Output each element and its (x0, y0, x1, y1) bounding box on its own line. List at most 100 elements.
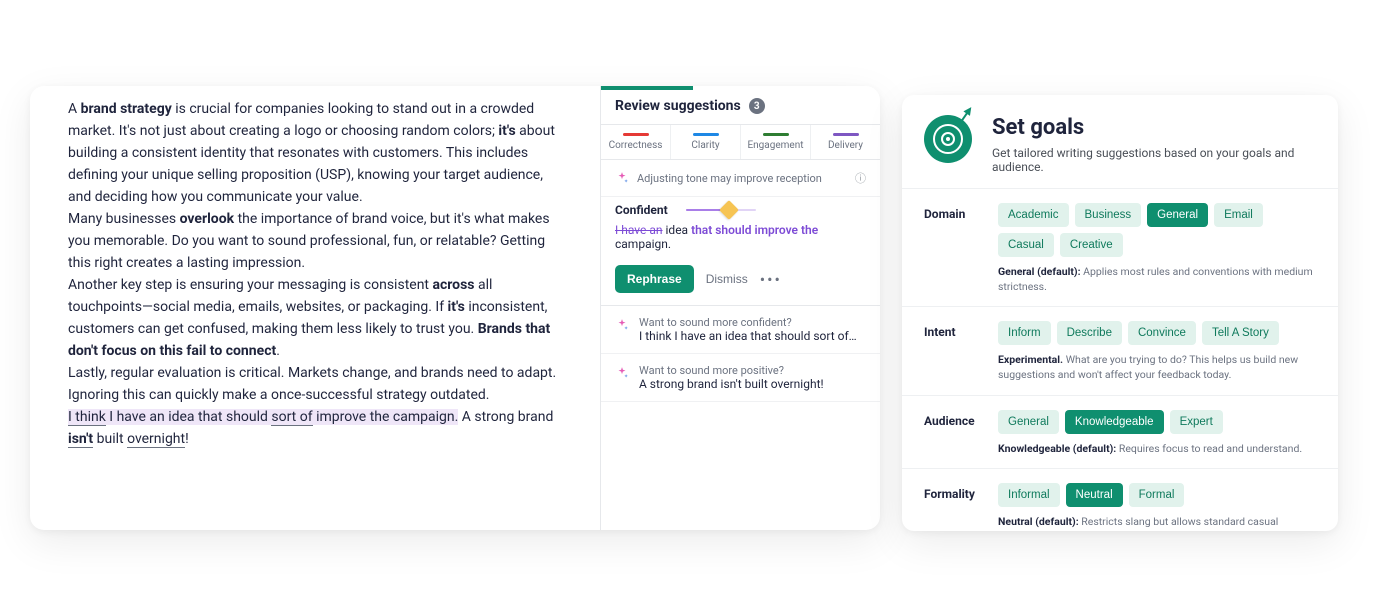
rephrase-button[interactable]: Rephrase (615, 265, 694, 293)
tab-label: Correctness (609, 140, 663, 151)
flagged-text[interactable]: improve the campaign. (313, 409, 459, 425)
intent-chips: InformDescribeConvinceTell A Story (998, 321, 1316, 345)
text: ! (185, 431, 189, 447)
chip-general[interactable]: General (1147, 203, 1208, 227)
text: A strong brand (458, 409, 553, 425)
tone-slider[interactable] (686, 204, 756, 216)
suggestion-question: Want to sound more confident? (639, 316, 859, 329)
text: built (93, 431, 127, 447)
tab-engagement[interactable]: Engagement (740, 125, 810, 159)
row-help: Neutral (default): Restricts slang but a… (998, 515, 1316, 531)
suggestion-text: A strong brand isn't built overnight! (639, 377, 824, 391)
chip-casual[interactable]: Casual (998, 233, 1054, 257)
text: . (276, 343, 280, 359)
chip-academic[interactable]: Academic (998, 203, 1069, 227)
suggestion-text: I think I have an idea that should sort … (639, 329, 859, 343)
more-icon[interactable]: ••• (760, 270, 782, 289)
goals-title: Set goals (992, 115, 1316, 140)
text: Lastly, regular evaluation is critical. … (68, 365, 556, 403)
audience-row: Audience GeneralKnowledgeableExpert Know… (902, 395, 1338, 469)
flagged-text[interactable]: sort of (271, 409, 312, 426)
info-icon[interactable]: ⓘ (855, 170, 866, 186)
tab-label: Engagement (747, 140, 803, 151)
tone-hint: Adjusting tone may improve reception ⓘ (601, 160, 880, 197)
chip-convince[interactable]: Convince (1128, 321, 1196, 345)
domain-chips: AcademicBusinessGeneralEmail CasualCreati… (998, 203, 1316, 257)
suggestion-actions: Rephrase Dismiss ••• (601, 261, 880, 306)
formality-chips: InformalNeutralFormal (998, 483, 1316, 507)
added-text: that should improve the (691, 223, 818, 237)
review-sidebar: Review suggestions 3 Correctness Clarity… (600, 86, 880, 530)
chip-general[interactable]: General (998, 410, 1059, 434)
slider-knob-icon[interactable] (719, 200, 739, 220)
flagged-bold-text[interactable]: isn't (68, 431, 93, 448)
sparkle-icon (615, 366, 629, 380)
formality-row: Formality InformalNeutralFormal Neutral … (902, 468, 1338, 531)
dismiss-button[interactable]: Dismiss (706, 272, 748, 286)
document-body[interactable]: A brand strategy is crucial for companie… (30, 86, 600, 530)
chip-describe[interactable]: Describe (1057, 321, 1122, 345)
row-help: Knowledgeable (default): Requires focus … (998, 442, 1316, 457)
chip-inform[interactable]: Inform (998, 321, 1051, 345)
row-label: Audience (924, 410, 998, 457)
chip-email[interactable]: Email (1214, 203, 1263, 227)
tab-clarity[interactable]: Clarity (670, 125, 740, 159)
text: Many businesses (68, 211, 180, 227)
goals-subtitle: Get tailored writing suggestions based o… (992, 146, 1316, 174)
chip-knowledgeable[interactable]: Knowledgeable (1065, 410, 1164, 434)
active-tab-indicator (601, 86, 693, 90)
suggestion-item[interactable]: Want to sound more confident? I think I … (601, 306, 880, 354)
paragraph-5: I think I have an idea that should sort … (68, 406, 566, 450)
suggestion-question: Want to sound more positive? (639, 364, 824, 377)
audience-chips: GeneralKnowledgeableExpert (998, 410, 1316, 434)
flagged-text[interactable]: I have an idea that should (106, 409, 272, 425)
set-goals-panel: Set goals Get tailored writing suggestio… (902, 95, 1338, 531)
row-help: Experimental. What are you trying to do?… (998, 353, 1316, 382)
paragraph-1: A brand strategy is crucial for companie… (68, 98, 566, 208)
bold-text: across (432, 277, 474, 293)
rewrite-preview: I have an idea that should improve the c… (601, 221, 880, 261)
tab-label: Delivery (828, 140, 863, 151)
row-label: Formality (924, 483, 998, 531)
text: A (68, 101, 81, 117)
row-label: Intent (924, 321, 998, 382)
tab-delivery[interactable]: Delivery (810, 125, 880, 159)
bold-text: overlook (180, 211, 234, 227)
chip-informal[interactable]: Informal (998, 483, 1060, 507)
suggestion-item[interactable]: Want to sound more positive? A strong br… (601, 354, 880, 402)
sparkle-icon (615, 171, 629, 185)
text: idea (663, 223, 692, 237)
bold-text: brand strategy (81, 101, 172, 117)
text: campaign. (615, 237, 671, 251)
chip-creative[interactable]: Creative (1060, 233, 1123, 257)
suggestion-count-badge: 3 (749, 98, 765, 114)
review-title: Review suggestions (615, 98, 741, 114)
tone-hint-text: Adjusting tone may improve reception (637, 172, 822, 185)
goals-header: Set goals Get tailored writing suggestio… (902, 95, 1338, 188)
row-help: General (default): Applies most rules an… (998, 265, 1316, 294)
paragraph-2: Many businesses overlook the importance … (68, 208, 566, 274)
paragraph-3: Another key step is ensuring your messag… (68, 274, 566, 362)
review-header: Review suggestions 3 (601, 86, 880, 125)
tab-label: Clarity (691, 140, 719, 151)
tab-correctness[interactable]: Correctness (601, 125, 670, 159)
chip-formal[interactable]: Formal (1129, 483, 1185, 507)
chip-neutral[interactable]: Neutral (1066, 483, 1123, 507)
removed-text: I have an (615, 223, 663, 237)
tone-label: Confident (615, 203, 668, 217)
row-label: Domain (924, 203, 998, 294)
text: Another key step is ensuring your messag… (68, 277, 432, 293)
chip-tell-a-story[interactable]: Tell A Story (1202, 321, 1279, 345)
tone-row: Confident (601, 197, 880, 221)
flagged-text[interactable]: overnight (127, 431, 185, 448)
bold-text: it's (498, 123, 515, 139)
target-icon (924, 115, 972, 163)
category-tabs: Correctness Clarity Engagement Delivery (601, 125, 880, 160)
chip-expert[interactable]: Expert (1170, 410, 1223, 434)
intent-row: Intent InformDescribeConvinceTell A Stor… (902, 306, 1338, 394)
bold-text: it's (448, 299, 465, 315)
sparkle-icon (615, 318, 629, 332)
chip-business[interactable]: Business (1075, 203, 1142, 227)
flagged-text[interactable]: I think (68, 409, 106, 426)
paragraph-4: Lastly, regular evaluation is critical. … (68, 362, 566, 406)
